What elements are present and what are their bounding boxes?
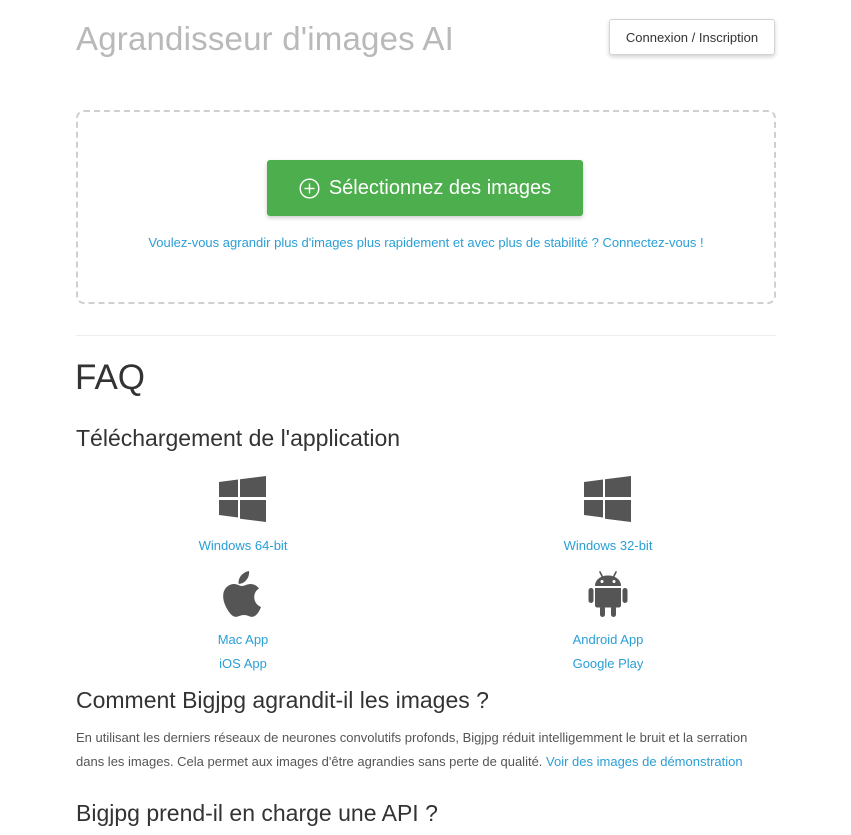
windows-32-link[interactable]: Windows 32-bit [528, 538, 688, 553]
how-heading: Comment Bigjpg agrandit-il les images ? [76, 687, 489, 713]
download-heading: Téléchargement de l'application [76, 425, 401, 451]
how-paragraph: En utilisant les derniers réseaux de neu… [76, 726, 776, 774]
select-images-button[interactable]: Sélectionnez des images [267, 160, 583, 216]
android-icon [588, 571, 628, 617]
apple-icon [223, 571, 261, 617]
login-signup-button[interactable]: Connexion / Inscription [609, 19, 775, 55]
faq-title: FAQ [75, 358, 146, 397]
android-app-link[interactable]: Android App [528, 632, 688, 647]
windows-64-icon [219, 476, 266, 522]
page: Agrandisseur d'images AI Connexion / Ins… [0, 0, 851, 835]
demo-images-link[interactable]: Voir des images de démonstration [546, 754, 743, 769]
site-title: Agrandisseur d'images AI [76, 20, 454, 57]
plus-circle-icon [299, 177, 320, 199]
section-divider [76, 335, 776, 336]
select-images-label: Sélectionnez des images [328, 176, 552, 199]
windows-32-icon [584, 476, 631, 522]
ios-app-link[interactable]: iOS App [163, 656, 323, 671]
mac-app-link[interactable]: Mac App [163, 632, 323, 647]
login-hint-link[interactable]: Voulez-vous agrandir plus d'images plus … [76, 235, 776, 250]
windows-64-link[interactable]: Windows 64-bit [163, 538, 323, 553]
api-heading: Bigjpg prend-il en charge une API ? [76, 800, 438, 826]
google-play-link[interactable]: Google Play [528, 656, 688, 671]
